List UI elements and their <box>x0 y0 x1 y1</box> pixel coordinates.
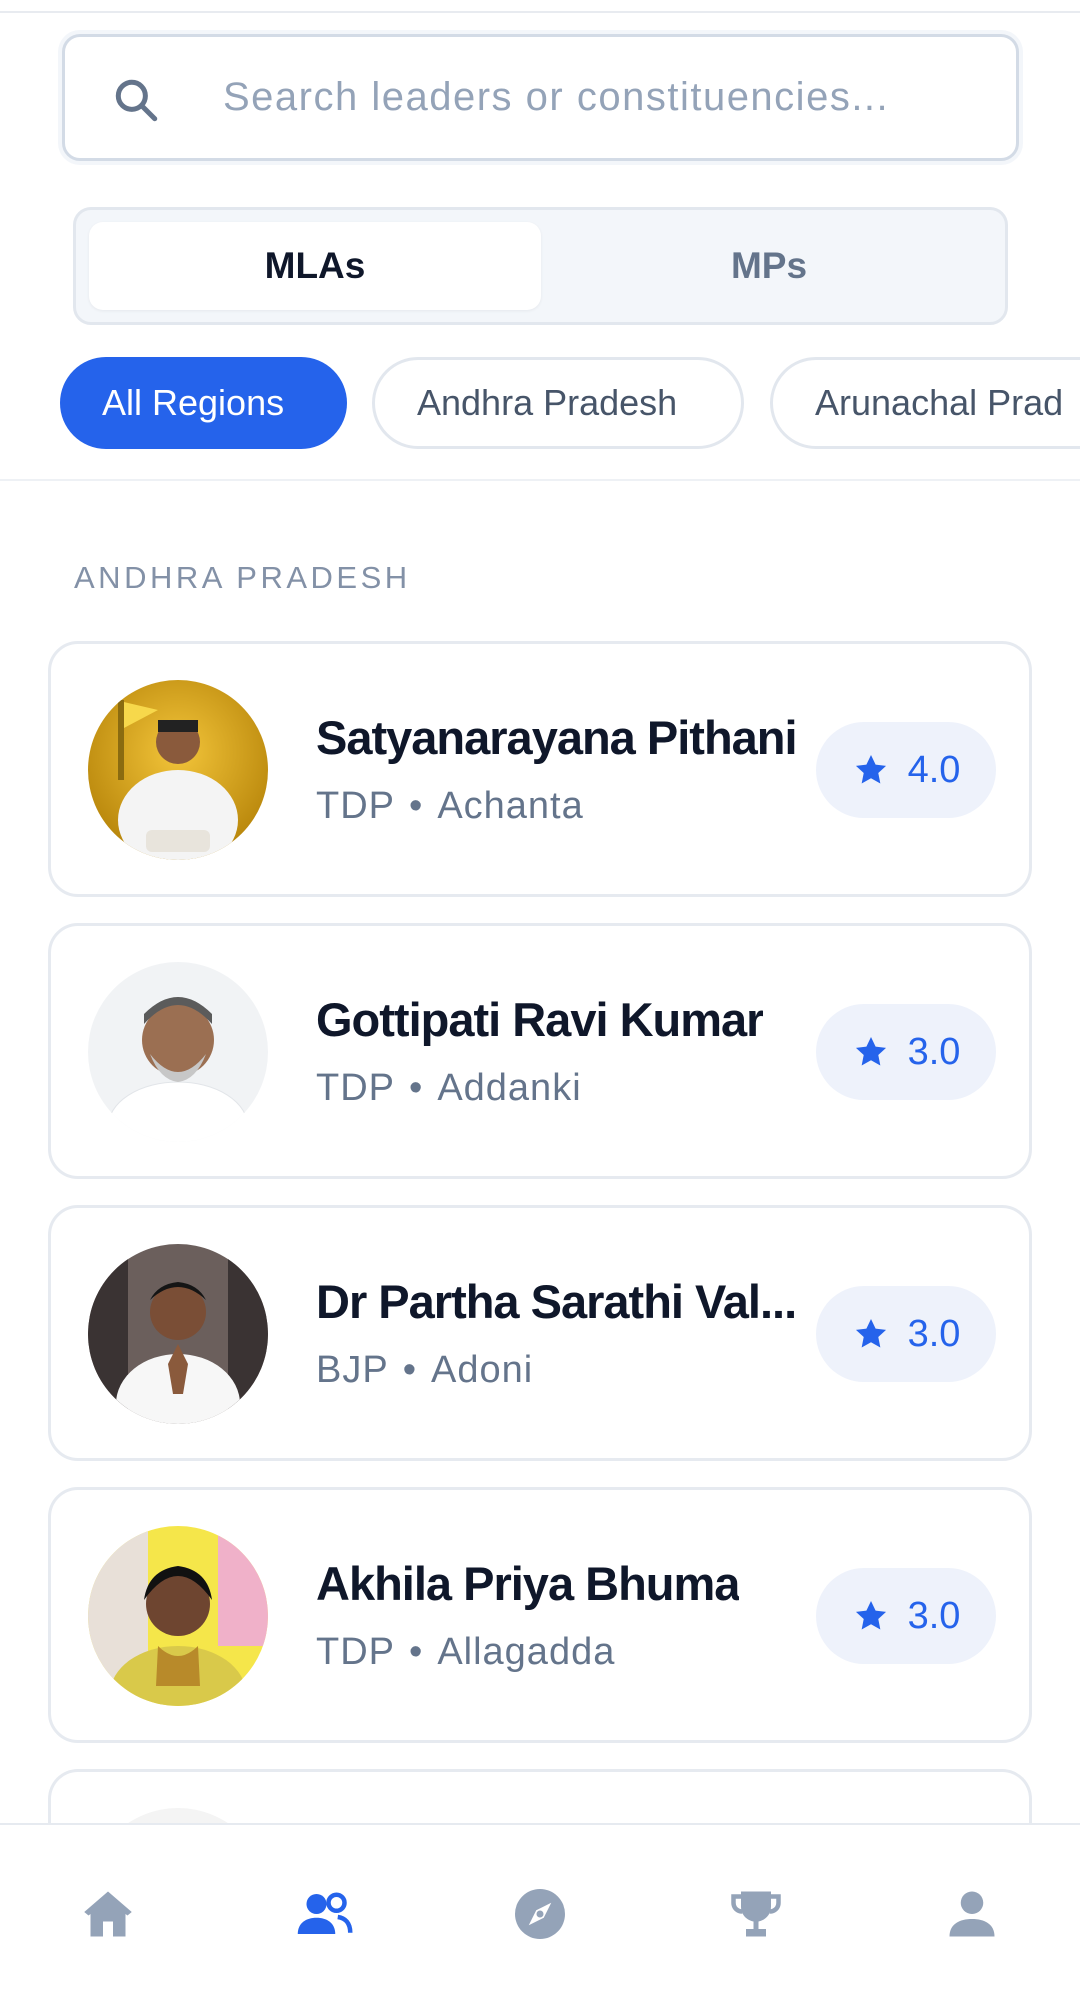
star-icon <box>855 1600 886 1630</box>
chip-andhra-pradesh[interactable]: Andhra Pradesh <box>372 357 744 449</box>
nav-leaderboard[interactable] <box>721 1879 791 1949</box>
rating-value: 3.0 <box>907 1030 961 1073</box>
leader-name: Gottipati Ravi Kumar <box>316 993 764 1046</box>
leader-meta: TDP • Addanki <box>316 1067 582 1110</box>
star-icon <box>855 754 886 784</box>
avatar <box>88 680 268 860</box>
party-label: TDP <box>316 1067 395 1109</box>
compass-icon <box>515 1889 565 1939</box>
search-icon <box>115 79 158 122</box>
leader-name: Satyanarayana Pithani <box>316 711 797 764</box>
avatar <box>88 962 268 1142</box>
leader-card[interactable]: Gottipati Ravi Kumar TDP • Addanki 3.0 <box>48 923 1032 1179</box>
search-input[interactable]: Search leaders or constituencies... <box>223 37 889 158</box>
meta-separator: • <box>409 785 424 827</box>
constituency-label: Allagadda <box>437 1631 616 1673</box>
section-heading: ANDHRA PRADESH <box>74 560 411 595</box>
rating-badge: 4.0 <box>816 722 996 818</box>
leader-card[interactable]: Dr Partha Sarathi Val... BJP • Adoni 3.0 <box>48 1205 1032 1461</box>
constituency-label: Addanki <box>437 1067 582 1109</box>
nav-leaders[interactable] <box>289 1879 359 1949</box>
app-screen: Search leaders or constituencies... MLAs… <box>0 0 1080 1998</box>
leader-name: Dr Partha Sarathi Val... <box>316 1275 797 1328</box>
constituency-label: Adoni <box>431 1349 534 1391</box>
tab-mps[interactable]: MPs <box>543 222 995 310</box>
chip-all-regions[interactable]: All Regions <box>60 357 347 449</box>
bottom-nav <box>0 1823 1080 1998</box>
trophy-icon <box>731 1891 781 1937</box>
leader-card[interactable]: Akhila Priya Bhuma TDP • Allagadda 3.0 <box>48 1487 1032 1743</box>
leader-card[interactable]: Satyanarayana Pithani TDP • Achanta 4.0 <box>48 641 1032 897</box>
filter-divider <box>0 479 1080 481</box>
party-label: TDP <box>316 785 395 827</box>
chip-arunachal-pradesh[interactable]: Arunachal Prad <box>770 357 1080 449</box>
constituency-label: Achanta <box>437 785 584 827</box>
top-divider <box>0 0 1080 13</box>
users-icon <box>297 1892 353 1934</box>
leader-meta: BJP • Adoni <box>316 1349 533 1392</box>
meta-separator: • <box>409 1631 424 1673</box>
leader-card[interactable] <box>48 1769 1032 1829</box>
rating-value: 3.0 <box>907 1312 961 1355</box>
nav-profile[interactable] <box>937 1879 1007 1949</box>
nav-home[interactable] <box>73 1879 143 1949</box>
rating-value: 3.0 <box>907 1594 961 1637</box>
avatar <box>88 1244 268 1424</box>
search-bar[interactable]: Search leaders or constituencies... <box>62 34 1019 161</box>
avatar <box>88 1526 268 1706</box>
leader-meta: TDP • Allagadda <box>316 1631 615 1674</box>
party-label: TDP <box>316 1631 395 1673</box>
leader-name: Akhila Priya Bhuma <box>316 1557 740 1610</box>
meta-separator: • <box>402 1349 418 1391</box>
leader-type-toggle: MLAs MPs <box>73 207 1008 325</box>
rating-badge: 3.0 <box>816 1004 996 1100</box>
star-icon <box>855 1036 886 1066</box>
rating-badge: 3.0 <box>816 1568 996 1664</box>
meta-separator: • <box>409 1067 424 1109</box>
nav-explore[interactable] <box>505 1879 575 1949</box>
leader-meta: TDP • Achanta <box>316 785 584 828</box>
rating-value: 4.0 <box>907 748 961 791</box>
profile-icon <box>949 1891 995 1937</box>
tab-mlas[interactable]: MLAs <box>89 222 541 310</box>
home-icon <box>84 1891 132 1937</box>
rating-badge: 3.0 <box>816 1286 996 1382</box>
star-icon <box>855 1318 886 1348</box>
party-label: BJP <box>316 1349 389 1391</box>
region-filter-row[interactable]: All Regions Andhra Pradesh Arunachal Pra… <box>0 355 1080 450</box>
